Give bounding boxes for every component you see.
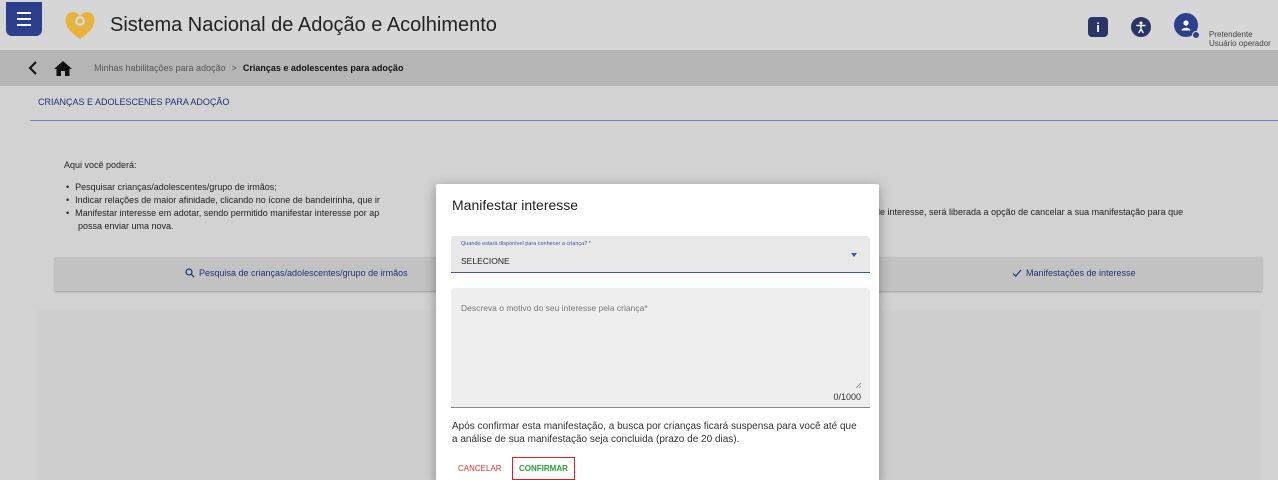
- user-info[interactable]: Pretendente Usuário operador: [1209, 30, 1271, 48]
- instruction-item: Manifestar interesse em adotar, sendo pe…: [66, 207, 380, 220]
- logo-icon: [65, 11, 95, 39]
- dropdown-arrow-icon: [851, 253, 857, 257]
- menu-icon-line: [17, 24, 31, 26]
- breadcrumb-current: Crianças e adolescentes para adoção: [242, 63, 404, 73]
- suspension-notice: Após confirmar esta manifestação, a busc…: [452, 421, 857, 445]
- resize-handle-icon[interactable]: [855, 382, 862, 389]
- tab-search[interactable]: Pesquisa de crianças/adolescentes/grupo …: [185, 268, 408, 278]
- textarea-placeholder: Descreva o motivo do seu interesse pela …: [461, 303, 648, 313]
- cancel-button[interactable]: CANCELAR: [452, 457, 508, 480]
- availability-select-label: Quando estará disponível para conhecer a…: [461, 241, 591, 247]
- app-title: Sistema Nacional de Adoção e Acolhimento: [110, 14, 497, 36]
- instruction-item: Pesquisar crianças/adolescentes/grupo de…: [66, 181, 380, 194]
- instruction-item-fragment: le interesse, será liberada a opção de c…: [878, 207, 1184, 217]
- home-icon[interactable]: [53, 60, 73, 77]
- top-app-bar: Sistema Nacional de Adoção e Acolhimento…: [0, 0, 1278, 50]
- intro-text: Aqui você poderá:: [64, 160, 137, 170]
- availability-select[interactable]: Quando estará disponível para conhecer a…: [451, 236, 870, 273]
- instruction-list: Pesquisar crianças/adolescentes/grupo de…: [66, 181, 380, 233]
- breadcrumb-link[interactable]: Minhas habilitações para adoção: [94, 63, 226, 73]
- menu-icon-line: [17, 12, 31, 14]
- accessibility-icon[interactable]: [1131, 17, 1151, 37]
- user-type: Usuário operador: [1209, 39, 1271, 48]
- breadcrumb-bar: Minhas habilitações para adoção > Crianças…: [0, 50, 1278, 86]
- page-heading: CRIANÇAS E ADOLESCENES PARA ADOÇÃO: [38, 97, 230, 107]
- avatar-status-dot: [1192, 31, 1200, 39]
- user-role: Pretendente: [1209, 30, 1253, 39]
- breadcrumb: Minhas habilitações para adoção > Crianças…: [94, 63, 403, 73]
- dialog-title: Manifestar interesse: [452, 197, 579, 213]
- accessibility-figure-icon: [1136, 21, 1146, 34]
- menu-icon-line: [17, 18, 31, 20]
- check-icon: [1012, 269, 1022, 278]
- breadcrumb-separator: >: [231, 63, 237, 73]
- character-counter: 0/1000: [833, 392, 861, 402]
- instruction-item: Indicar relações de maior afinidade, cli…: [66, 194, 380, 207]
- user-icon: [1181, 20, 1191, 31]
- interest-reason-textarea[interactable]: Descreva o motivo do seu interesse pela …: [451, 288, 870, 408]
- tab-manifestations[interactable]: Manifestações de interesse: [1012, 268, 1136, 278]
- tab-manifestations-label: Manifestações de interesse: [1026, 268, 1136, 278]
- instruction-item-continuation: possa enviar uma nova.: [78, 221, 174, 231]
- availability-select-value: SELECIONE: [461, 256, 510, 266]
- manifest-interest-dialog: Manifestar interesse Quando estará dispo…: [436, 184, 879, 480]
- back-arrow-icon[interactable]: [25, 60, 41, 76]
- info-icon[interactable]: i: [1088, 17, 1108, 37]
- confirm-button[interactable]: CONFIRMAR: [512, 457, 575, 480]
- tab-search-label: Pesquisa de crianças/adolescentes/grupo …: [199, 268, 408, 278]
- heading-divider: [30, 120, 1278, 121]
- search-icon: [185, 268, 195, 278]
- menu-button[interactable]: [6, 2, 42, 36]
